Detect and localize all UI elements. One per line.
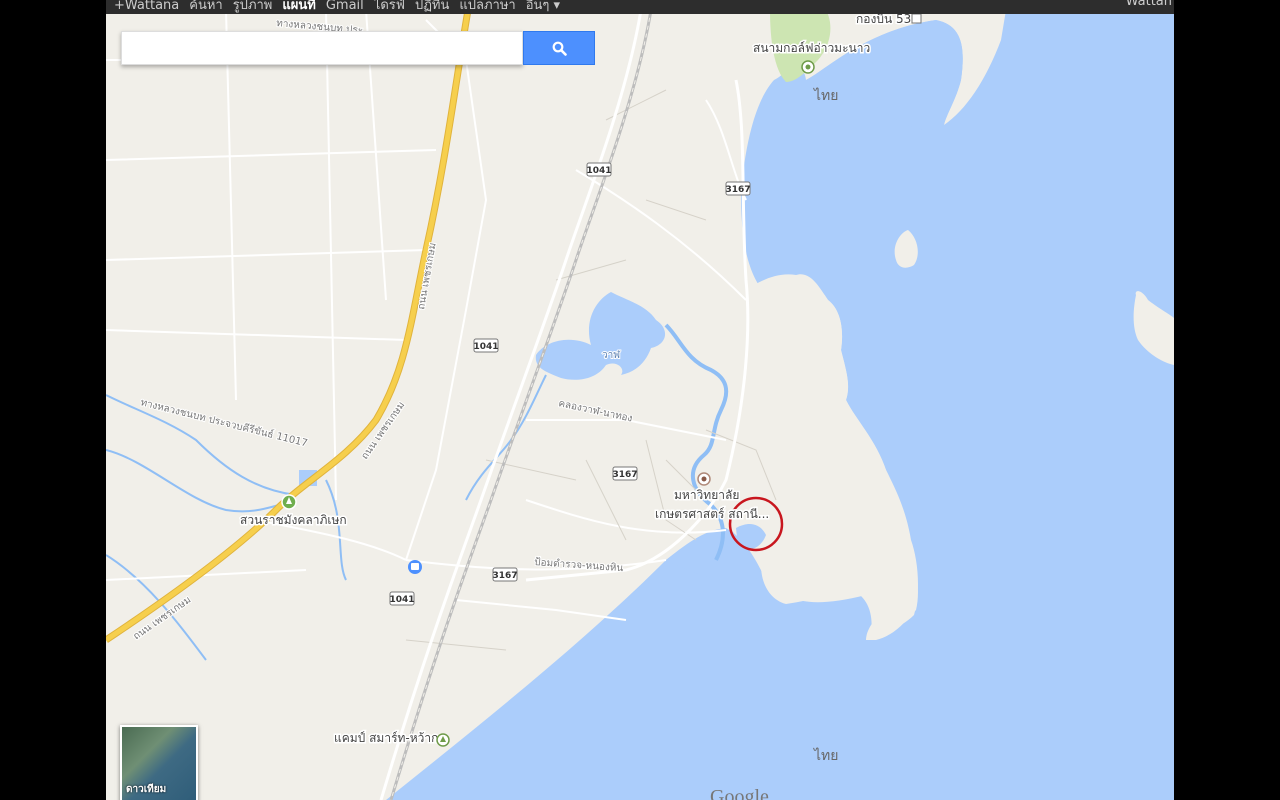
search-box [121,31,523,65]
nav-item-2[interactable]: รูปภาพ [233,0,273,13]
nav-item-4[interactable]: Gmail [326,0,364,13]
search-button[interactable] [523,31,595,65]
map-canvas[interactable] [106,0,1174,800]
search-icon [552,41,567,56]
user-name[interactable]: Wattan [1126,0,1172,9]
satellite-view-toggle[interactable]: ดาวเทียม [120,725,198,800]
nav-item-8[interactable]: อื่นๆ ▾ [526,0,560,13]
search-input[interactable] [128,32,522,64]
nav-item-1[interactable]: ค้นหา [189,0,222,13]
top-nav-bar: +Wattana ค้นหา รูปภาพ แผนที่ Gmail ไดรฟ์ ปฏิทิ… [106,0,1174,14]
nav-item-7[interactable]: แปลภาษา [459,0,515,13]
nav-item-0[interactable]: +Wattana [114,0,179,13]
satellite-label: ดาวเทียม [126,784,167,795]
map-frame: สนามกอล์ฟอ่าวมะนาว กองบิน 53 มหาวิทยาลัย… [106,0,1174,800]
nav-item-3[interactable]: แผนที่ [282,0,315,13]
nav-item-6[interactable]: ปฏิทิน [415,0,449,13]
nav-item-5[interactable]: ไดรฟ์ [374,0,405,13]
google-attribution: Google [710,786,769,800]
top-nav-list: +Wattana ค้นหา รูปภาพ แผนที่ Gmail ไดรฟ์ ปฏิทิ… [114,0,570,14]
